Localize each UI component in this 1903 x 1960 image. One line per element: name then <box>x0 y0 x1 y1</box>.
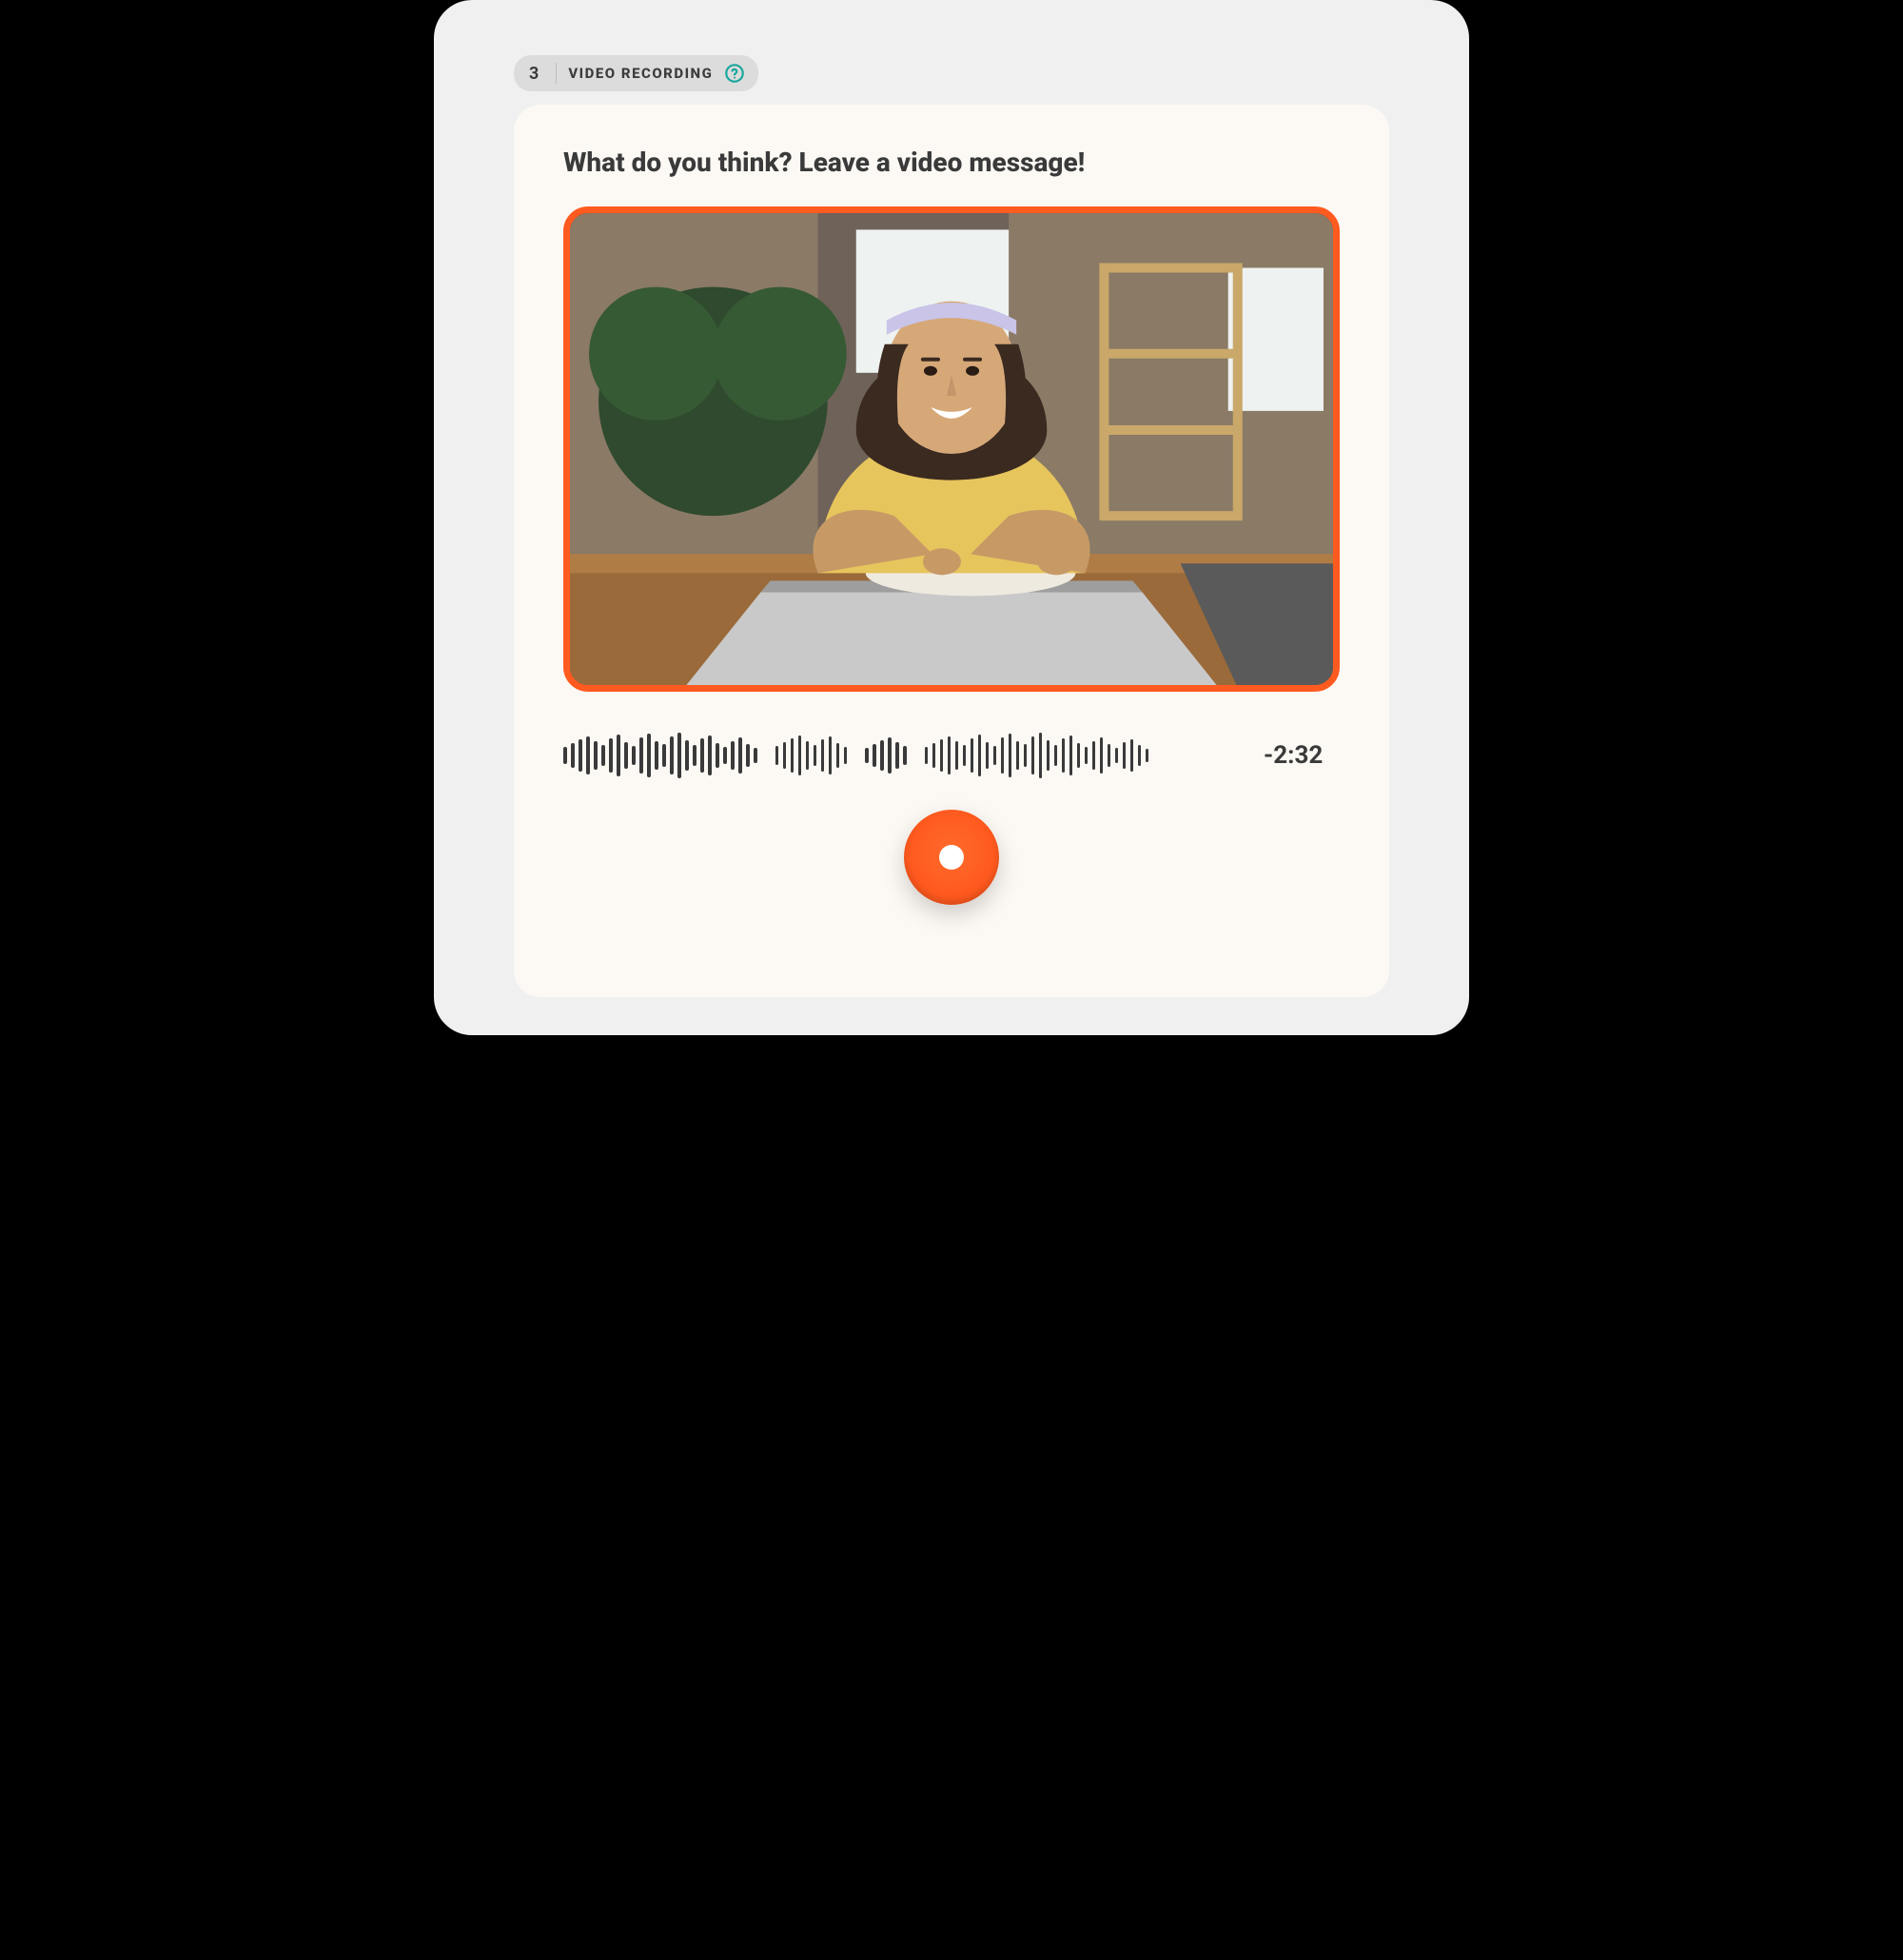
controls-row: -2:32 <box>563 730 1340 781</box>
video-preview[interactable] <box>563 206 1340 692</box>
audio-waveform[interactable] <box>563 730 1229 781</box>
step-header: 3 VIDEO RECORDING <box>514 55 758 91</box>
recording-card: What do you think? Leave a video message… <box>514 105 1389 997</box>
prompt-title: What do you think? Leave a video message… <box>563 147 1340 178</box>
step-label: VIDEO RECORDING <box>568 65 713 82</box>
time-remaining: -2:32 <box>1264 741 1340 770</box>
divider <box>556 63 557 84</box>
record-row <box>563 810 1340 905</box>
app-panel: 3 VIDEO RECORDING What do you think? Lea… <box>434 0 1469 1035</box>
step-number: 3 <box>523 64 544 84</box>
record-button[interactable] <box>904 810 999 905</box>
question-circle-icon[interactable] <box>724 63 745 84</box>
